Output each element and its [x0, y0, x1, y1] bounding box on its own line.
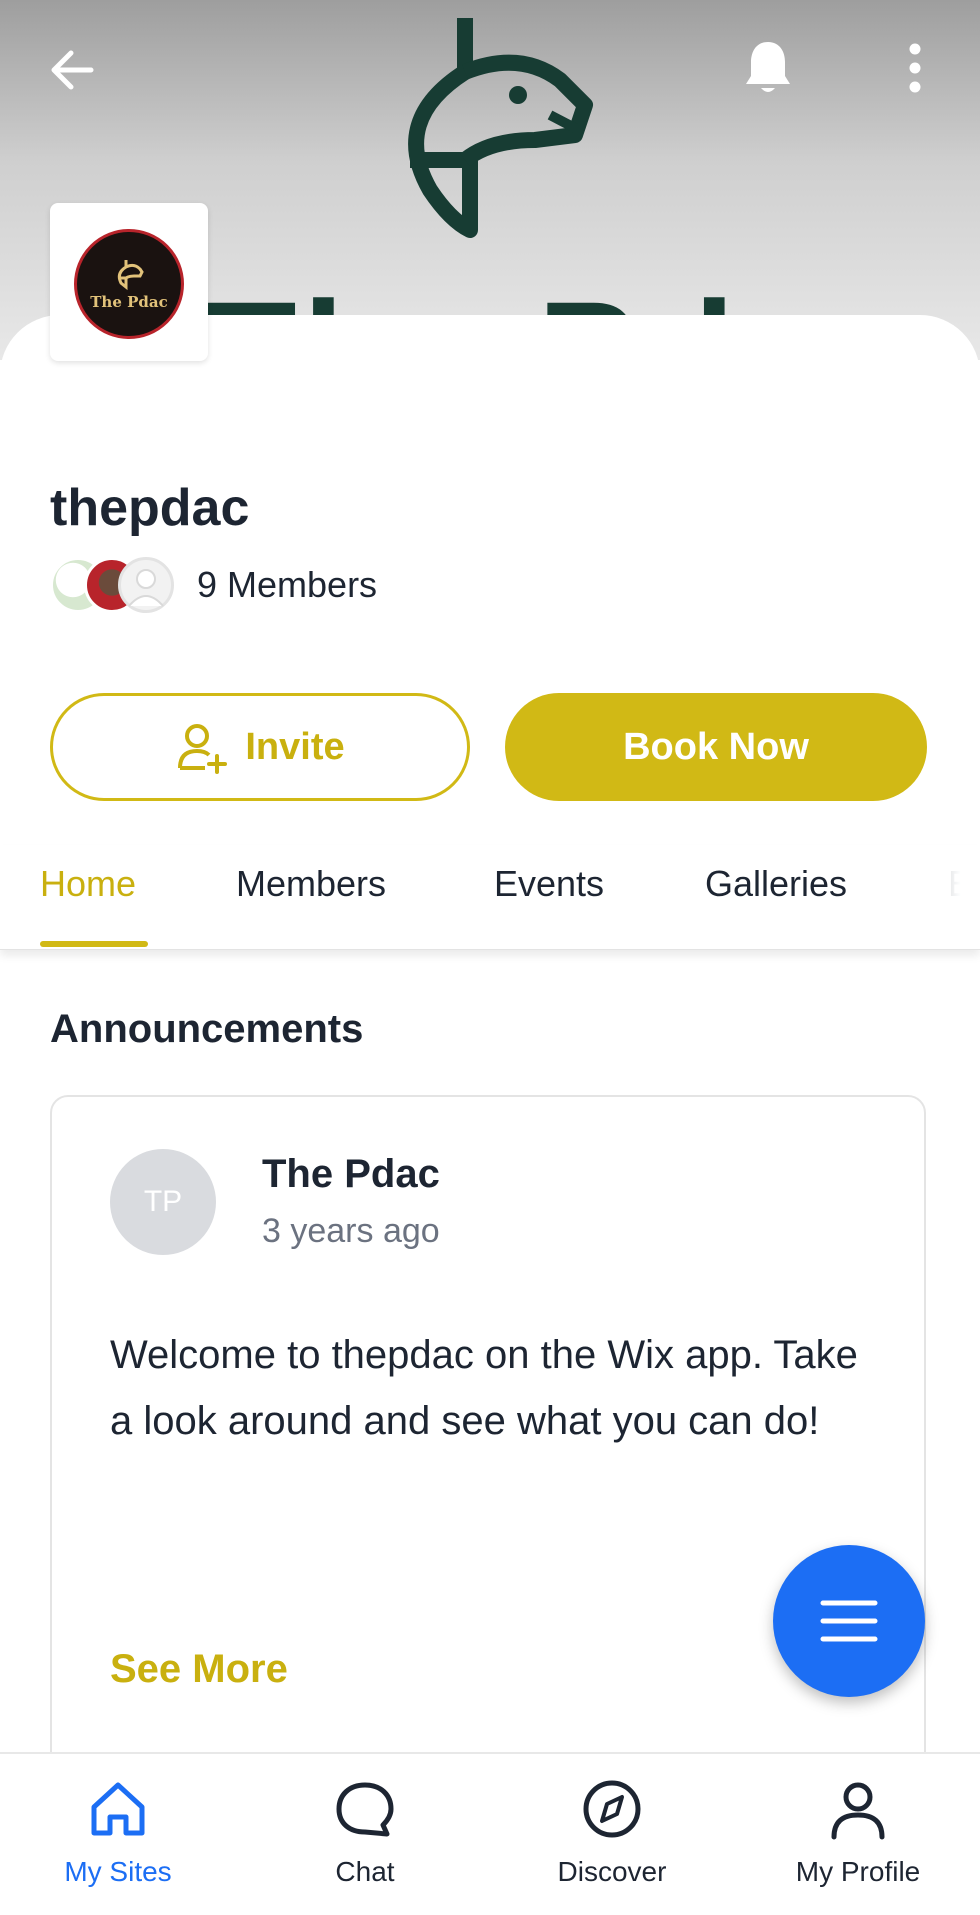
nav-my-sites[interactable]: My Sites	[18, 1774, 218, 1888]
nav-label-my-sites: My Sites	[64, 1856, 172, 1887]
active-tab-indicator	[40, 941, 148, 947]
arrow-left-icon	[51, 50, 94, 90]
home-icon	[86, 1774, 150, 1844]
tab-home[interactable]: Home	[40, 863, 136, 905]
nav-chat[interactable]: Chat	[265, 1774, 465, 1888]
nav-label-discover: Discover	[557, 1856, 667, 1887]
site-tabs: Home Members Events Galleries E	[0, 845, 980, 950]
fish-logo-art	[408, 18, 593, 238]
vertical-dots-icon	[909, 43, 921, 93]
site-logo-circle: The Pdac	[74, 229, 184, 339]
announcements-title: Announcements	[50, 1007, 364, 1051]
tabs-fade	[850, 845, 980, 949]
menu-fab-button[interactable]	[773, 1545, 925, 1697]
members-count: 9 Members	[197, 564, 378, 605]
add-person-icon	[178, 724, 228, 774]
tab-events[interactable]: Events	[494, 863, 604, 905]
members-summary[interactable]: 9 Members	[50, 555, 377, 615]
more-options-button[interactable]	[875, 28, 955, 108]
author-avatar: TP	[110, 1149, 216, 1255]
bell-icon	[746, 42, 790, 92]
announcement-card[interactable]: TP The Pdac 3 years ago Welcome to thepd…	[50, 1095, 926, 1855]
site-title: thepdac	[50, 479, 250, 537]
site-logo: The Pdac	[50, 203, 208, 361]
post-time: 3 years ago	[262, 1212, 440, 1250]
compass-icon	[580, 1774, 644, 1844]
nav-label-chat: Chat	[335, 1856, 395, 1887]
invite-label: Invite	[245, 725, 345, 768]
site-logo-text: The Pdac	[90, 293, 168, 311]
nav-label-my-profile: My Profile	[795, 1856, 921, 1887]
member-avatar	[118, 557, 174, 613]
tab-members[interactable]: Members	[236, 863, 386, 905]
menu-icon	[820, 1600, 878, 1642]
see-more-link[interactable]: See More	[110, 1647, 288, 1692]
invite-button[interactable]: Invite	[50, 693, 470, 801]
tab-galleries[interactable]: Galleries	[705, 863, 847, 905]
nav-my-profile[interactable]: My Profile	[758, 1774, 958, 1888]
fish-icon	[117, 260, 144, 291]
post-author: The Pdac	[262, 1152, 440, 1196]
chat-icon	[333, 1774, 397, 1844]
notifications-button[interactable]	[728, 28, 808, 108]
book-now-button[interactable]: Book Now	[505, 693, 927, 801]
nav-discover[interactable]: Discover	[512, 1774, 712, 1888]
person-icon	[826, 1774, 890, 1844]
post-body: Welcome to thepdac on the Wix app. Take …	[110, 1333, 858, 1443]
book-now-label: Book Now	[623, 725, 809, 768]
person-placeholder-icon	[128, 569, 164, 607]
bottom-navigation: My Sites Chat Discover My Profile	[0, 1752, 980, 1915]
back-button[interactable]	[32, 30, 112, 110]
